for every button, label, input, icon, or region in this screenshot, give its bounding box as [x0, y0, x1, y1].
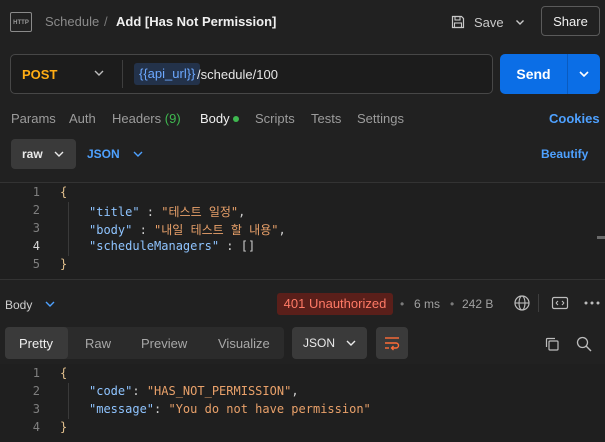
meta-divider — [538, 294, 539, 312]
request-title[interactable]: Add [Has Not Permission] — [116, 14, 276, 29]
save-example-icon[interactable] — [551, 295, 569, 311]
json-key: "code" — [89, 384, 133, 398]
response-chevron-down-icon[interactable] — [43, 297, 57, 311]
json-sep: : — [154, 402, 169, 416]
http-request-icon: HTTP — [10, 12, 32, 32]
json-key: "message" — [89, 402, 155, 416]
tab-headers-label: Headers — [112, 111, 162, 126]
line-number: 1 — [32, 185, 40, 199]
copy-icon[interactable] — [543, 335, 561, 353]
body-mode-label: raw — [22, 147, 43, 161]
cookies-link[interactable]: Cookies — [549, 111, 600, 126]
json-value: "You do not have permission" — [168, 402, 371, 416]
breadcrumb-collection[interactable]: Schedule — [45, 14, 99, 29]
line-number: 5 — [32, 257, 40, 271]
json-brace: { — [60, 366, 68, 380]
response-body-select[interactable]: Body — [5, 298, 32, 312]
json-brace: { — [60, 185, 68, 199]
url-divider — [122, 60, 123, 88]
response-tab-pretty[interactable]: Pretty — [19, 336, 53, 351]
response-format-chevron-icon — [346, 340, 356, 346]
json-comma: , — [291, 384, 299, 398]
status-badge[interactable]: 401 Unauthorized — [277, 293, 393, 315]
tab-headers[interactable]: Headers (9) — [112, 111, 181, 126]
tab-params[interactable]: Params — [11, 111, 56, 126]
json-key: "scheduleManagers" — [89, 239, 220, 253]
globe-icon[interactable] — [513, 294, 531, 312]
line-number: 4 — [32, 420, 40, 434]
save-options-chevron-icon[interactable] — [514, 16, 526, 28]
json-comma: , — [278, 223, 286, 237]
tab-body[interactable]: Body — [200, 111, 230, 126]
indent-guide — [68, 202, 69, 256]
body-modified-dot — [233, 116, 239, 122]
beautify-link[interactable]: Beautify — [541, 147, 588, 161]
line-number: 3 — [32, 402, 40, 416]
body-mode-chevron-icon — [54, 151, 64, 157]
json-sep: : — [132, 384, 147, 398]
json-sep: : — [219, 239, 241, 253]
save-icon — [451, 15, 465, 29]
meta-separator: • — [450, 297, 455, 311]
send-button[interactable]: Send — [500, 54, 567, 94]
share-button[interactable]: Share — [541, 6, 600, 36]
save-label: Save — [474, 14, 504, 30]
line-number: 3 — [32, 221, 40, 235]
indent-guide — [68, 383, 69, 419]
send-options-chevron-icon[interactable] — [576, 66, 592, 82]
url-variable[interactable]: {{api_url}} — [134, 63, 201, 85]
json-value: [] — [240, 239, 256, 253]
json-sep: : — [132, 223, 155, 237]
headers-count: (9) — [164, 111, 181, 126]
breadcrumb-separator: / — [104, 14, 108, 29]
tab-scripts[interactable]: Scripts — [255, 111, 295, 126]
wrap-lines-icon — [385, 337, 400, 351]
http-method-select[interactable]: POST — [22, 67, 57, 82]
json-value: "테스트 일정" — [161, 205, 239, 219]
json-brace: } — [60, 420, 68, 434]
line-number: 1 — [32, 366, 40, 380]
json-comma: , — [238, 205, 246, 219]
send-divider — [567, 54, 568, 94]
response-tab-visualize[interactable]: Visualize — [218, 336, 270, 351]
response-time[interactable]: 6 ms — [414, 297, 440, 311]
line-number: 2 — [32, 384, 40, 398]
response-tab-raw[interactable]: Raw — [85, 336, 111, 351]
editor-scroll-marker — [597, 236, 605, 239]
search-icon[interactable] — [575, 335, 593, 353]
json-key: "title" — [89, 205, 140, 219]
tab-tests[interactable]: Tests — [311, 111, 341, 126]
body-language-chevron-icon[interactable] — [131, 147, 145, 161]
more-options-icon[interactable] — [583, 295, 601, 311]
json-key: "body" — [89, 223, 133, 237]
json-value: "HAS_NOT_PERMISSION" — [146, 384, 292, 398]
line-number: 4 — [32, 239, 40, 253]
json-sep: : — [139, 205, 162, 219]
response-format-label: JSON — [303, 336, 336, 350]
body-mode-select[interactable] — [11, 139, 76, 169]
response-size[interactable]: 242 B — [462, 297, 493, 311]
method-chevron-down-icon[interactable] — [92, 66, 106, 80]
tab-auth[interactable]: Auth — [69, 111, 96, 126]
save-button[interactable]: Save — [450, 10, 504, 34]
body-language-select[interactable]: JSON — [87, 147, 120, 161]
meta-separator: • — [400, 297, 405, 311]
url-input[interactable]: /schedule/100 — [197, 67, 278, 82]
line-number: 2 — [32, 203, 40, 217]
response-tab-preview[interactable]: Preview — [141, 336, 187, 351]
json-brace: } — [60, 257, 68, 271]
tab-settings[interactable]: Settings — [357, 111, 404, 126]
json-value: "내일 테스트 할 내용" — [154, 223, 279, 237]
